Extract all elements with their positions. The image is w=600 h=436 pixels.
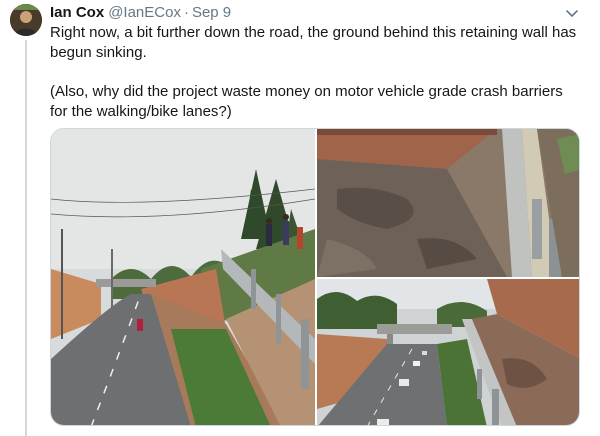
author-name[interactable]: Ian Cox bbox=[50, 4, 104, 21]
media-grid bbox=[50, 128, 580, 426]
thread-line bbox=[25, 40, 27, 436]
tweet-text: Right now, a bit further down the road, … bbox=[50, 24, 577, 120]
photo-bridge-traffic[interactable] bbox=[317, 279, 579, 425]
tweet-header: Ian Cox @IanECox · Sep 9 bbox=[50, 4, 231, 22]
avatar[interactable] bbox=[10, 4, 42, 36]
author-handle[interactable]: @IanECox bbox=[108, 4, 181, 21]
tweet-date[interactable]: Sep 9 bbox=[192, 4, 231, 21]
photo-road-wall[interactable] bbox=[51, 129, 315, 425]
tweet[interactable]: Ian Cox @IanECox · Sep 9 Right now, a bi… bbox=[0, 0, 600, 436]
separator-dot: · bbox=[183, 4, 189, 21]
photo-sinking-path[interactable] bbox=[317, 129, 579, 277]
chevron-down-icon[interactable] bbox=[563, 4, 581, 22]
